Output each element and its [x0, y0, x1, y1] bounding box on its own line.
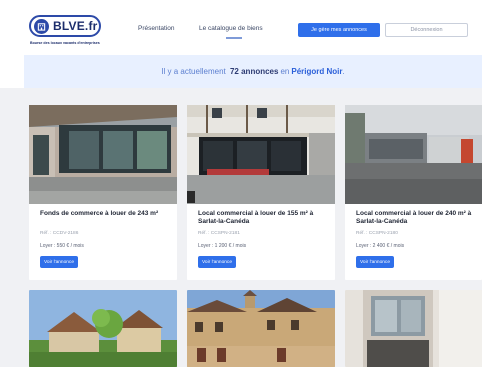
listing-ref: Réf. : CCSPN-2180	[356, 231, 398, 236]
brand-name: BLVE.fr	[53, 19, 98, 33]
nav-active-indicator	[226, 37, 242, 39]
banner-suffix: .	[342, 67, 345, 76]
listing-count-banner: Il y a actuellement 72 annonces en Périgor…	[24, 55, 482, 88]
listing-title[interactable]: Fonds de commerce à louer de 243 m²	[40, 210, 172, 218]
listing-card[interactable]: Local commercial à louer de 240 m² à Sar…	[345, 105, 482, 280]
listing-photo[interactable]	[187, 105, 335, 204]
listing-price: Loyer : 1 200 € / mois	[198, 243, 247, 249]
listing-photo[interactable]	[345, 290, 482, 367]
nav-catalogue[interactable]: Le catalogue de biens	[199, 25, 263, 32]
brand-tagline: Bourse des locaux vacants d'entreprises	[30, 41, 100, 45]
site-header: BLVE.fr Bourse des locaux vacants d'entr…	[0, 0, 482, 55]
view-listing-button[interactable]: Voir l'annonce	[198, 256, 236, 268]
listing-card[interactable]: Fonds de commerce à louer de 243 m² Réf.…	[29, 105, 177, 280]
building-icon	[34, 18, 49, 34]
manage-listings-button[interactable]: Je gère mes annonces	[298, 23, 380, 37]
banner-count: 72 annonces	[229, 67, 279, 76]
listing-photo[interactable]	[187, 290, 335, 367]
listing-photo[interactable]	[29, 290, 177, 367]
listing-price: Loyer : 550 € / mois	[40, 243, 84, 249]
banner-middle: en	[280, 67, 290, 76]
listing-card[interactable]	[29, 290, 177, 367]
listing-photo[interactable]	[345, 105, 482, 204]
listing-card[interactable]: Local commercial à louer de 155 m² à Sar…	[187, 105, 335, 280]
listing-title[interactable]: Local commercial à louer de 155 m² à Sar…	[198, 210, 330, 226]
logout-button[interactable]: Déconnexion	[385, 23, 468, 37]
view-listing-button[interactable]: Voir l'annonce	[356, 256, 394, 268]
banner-prefix: Il y a actuellement	[161, 67, 226, 76]
logo[interactable]: BLVE.fr	[29, 15, 101, 37]
view-listing-button[interactable]: Voir l'annonce	[40, 256, 78, 268]
nav-presentation[interactable]: Présentation	[138, 25, 175, 32]
listing-card[interactable]	[187, 290, 335, 367]
listing-photo[interactable]	[29, 105, 177, 204]
listing-price: Loyer : 2 400 € / mois	[356, 243, 405, 249]
listing-ref: Réf. : CCDV-2186	[40, 231, 79, 236]
banner-region: Périgord Noir	[291, 67, 343, 76]
listing-card[interactable]	[345, 290, 482, 367]
listing-title[interactable]: Local commercial à louer de 240 m² à Sar…	[356, 210, 476, 226]
listing-ref: Réf. : CCSPN-2181	[198, 231, 240, 236]
